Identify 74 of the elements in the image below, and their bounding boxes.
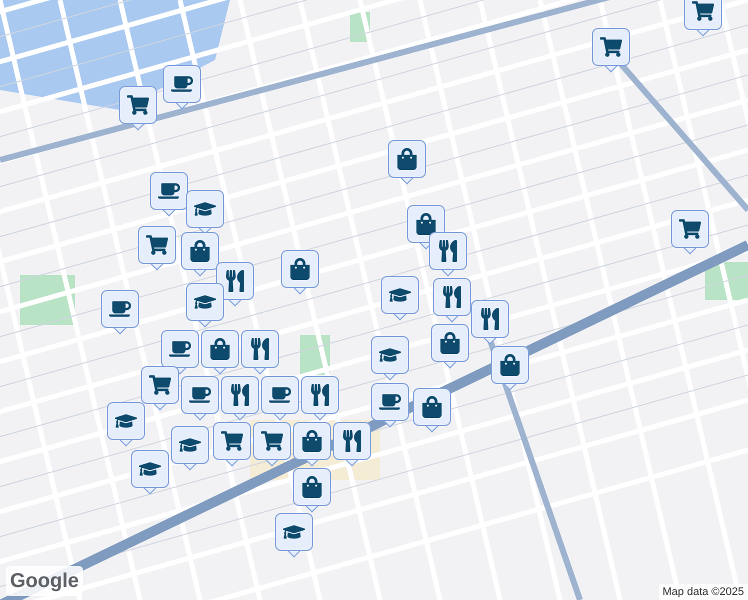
shopping-bag-icon <box>396 148 418 170</box>
map-pin[interactable] <box>201 330 239 376</box>
map-pin[interactable] <box>671 210 709 256</box>
map-pin[interactable] <box>592 28 630 74</box>
map-pin[interactable] <box>216 262 254 308</box>
utensils-icon <box>249 338 271 360</box>
map-pin[interactable] <box>333 422 371 468</box>
map-pin[interactable] <box>261 376 299 422</box>
map-pin[interactable] <box>413 388 451 434</box>
map-pin[interactable] <box>161 330 199 376</box>
coffee-cup-icon <box>269 384 291 406</box>
shopping-cart-icon <box>261 430 283 452</box>
map-pin[interactable] <box>107 402 145 448</box>
shopping-cart-icon <box>221 430 243 452</box>
shopping-cart-icon <box>679 218 701 240</box>
map-pin[interactable] <box>221 376 259 422</box>
coffee-cup-icon <box>169 338 191 360</box>
map-pin[interactable] <box>241 330 279 376</box>
map-pin[interactable] <box>275 513 313 559</box>
shopping-cart-icon <box>146 234 168 256</box>
shopping-bag-icon <box>301 476 323 498</box>
map-pin[interactable] <box>293 468 331 514</box>
coffee-cup-icon <box>158 180 180 202</box>
shopping-cart-icon <box>600 36 622 58</box>
shopping-bag-icon <box>209 338 231 360</box>
shopping-bag-icon <box>301 430 323 452</box>
shopping-bag-icon <box>439 332 461 354</box>
map-pin[interactable] <box>388 140 426 186</box>
map-pin[interactable] <box>213 422 251 468</box>
map-pin[interactable] <box>471 300 509 346</box>
map-pin[interactable] <box>138 226 176 272</box>
shopping-cart-icon <box>692 0 714 22</box>
map-pin[interactable] <box>150 172 188 218</box>
utensils-icon <box>479 308 501 330</box>
map-pin[interactable] <box>371 336 409 382</box>
shopping-bag-icon <box>415 213 437 235</box>
coffee-cup-icon <box>379 391 401 413</box>
map-pin[interactable] <box>491 346 529 392</box>
utensils-icon <box>229 384 251 406</box>
map-pin[interactable] <box>119 86 157 132</box>
utensils-icon <box>309 384 331 406</box>
map-pin[interactable] <box>186 283 224 329</box>
map-logo: Google <box>6 566 83 596</box>
coffee-cup-icon <box>171 73 193 95</box>
utensils-icon <box>441 286 463 308</box>
map-pin[interactable] <box>381 276 419 322</box>
map-pin[interactable] <box>684 0 722 38</box>
map-pin[interactable] <box>301 376 339 422</box>
map-pin[interactable] <box>281 250 319 296</box>
shopping-cart-icon <box>149 374 171 396</box>
map-pin[interactable] <box>131 450 169 496</box>
map-pin[interactable] <box>253 422 291 468</box>
shopping-bag-icon <box>289 258 311 280</box>
map-pin[interactable] <box>171 426 209 472</box>
utensils-icon <box>224 270 246 292</box>
map-pin[interactable] <box>433 278 471 324</box>
map-pin[interactable] <box>371 383 409 429</box>
coffee-cup-icon <box>189 384 211 406</box>
utensils-icon <box>437 240 459 262</box>
shopping-bag-icon <box>189 240 211 262</box>
shopping-bag-icon <box>421 396 443 418</box>
map-pin[interactable] <box>293 422 331 468</box>
map-pin[interactable] <box>431 324 469 370</box>
utensils-icon <box>341 430 363 452</box>
shopping-cart-icon <box>127 94 149 116</box>
map-pin[interactable] <box>181 376 219 422</box>
map-pin[interactable] <box>163 65 201 111</box>
map-attribution: Map data ©2025 <box>658 584 748 600</box>
map-pin[interactable] <box>141 366 179 412</box>
map-pin[interactable] <box>181 232 219 278</box>
coffee-cup-icon <box>109 298 131 320</box>
map-pin[interactable] <box>429 232 467 278</box>
map-pin[interactable] <box>101 290 139 336</box>
shopping-bag-icon <box>499 354 521 376</box>
